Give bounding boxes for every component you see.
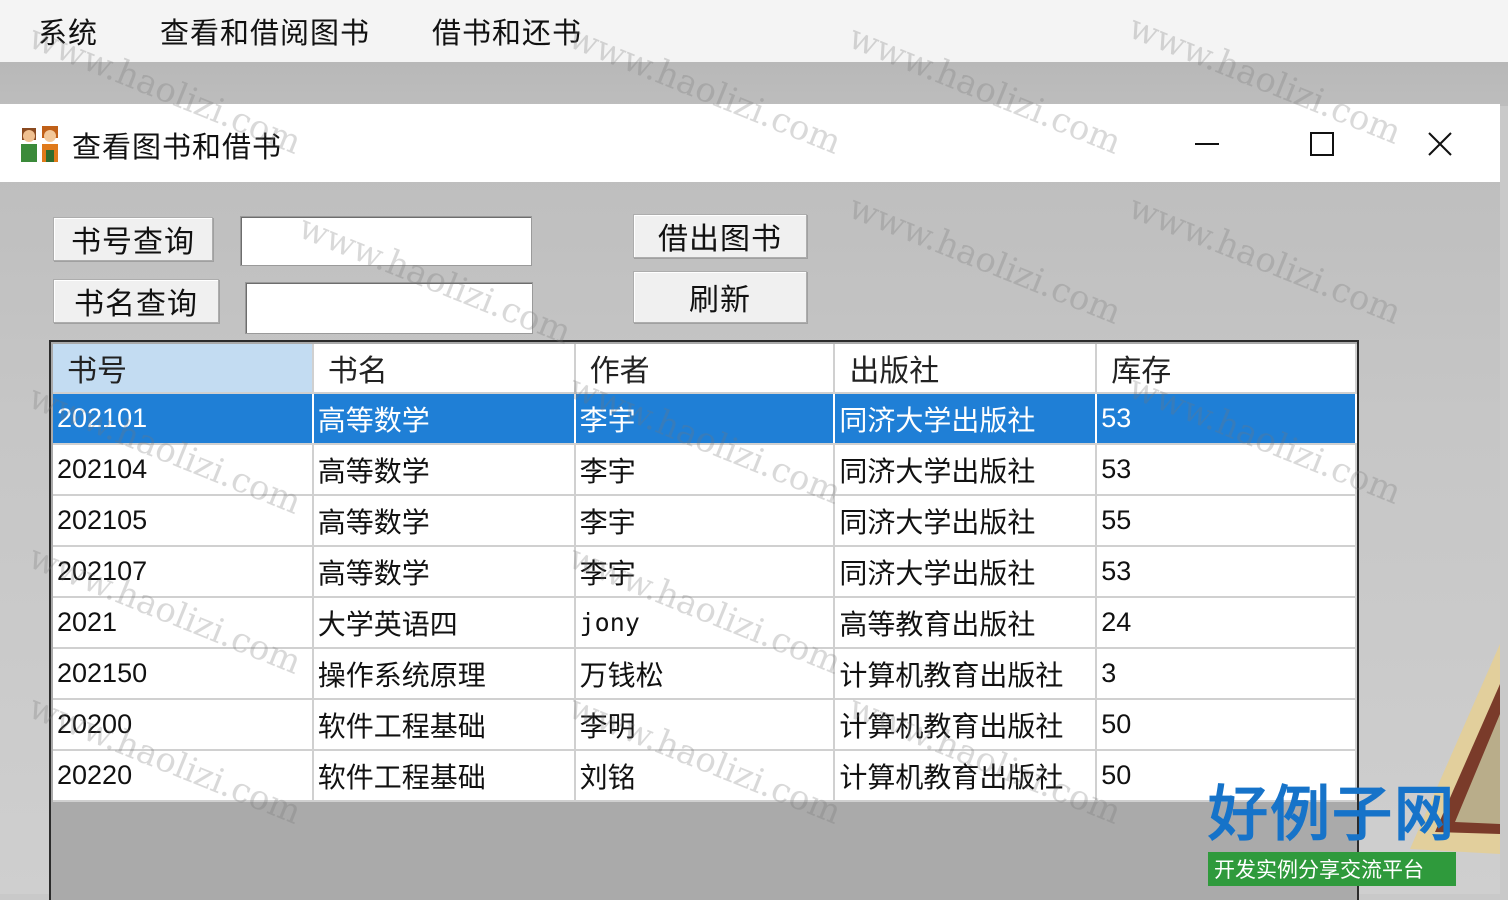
cell-book-name[interactable]: 高等数学	[312, 546, 576, 598]
app-people-icon	[21, 126, 58, 162]
menu-borrow-and-return[interactable]: 借书和还书	[426, 10, 588, 52]
table-row[interactable]: 20220 软件工程基础 刘铭 计算机教育出版社 50	[53, 750, 1357, 802]
table-row[interactable]: 202105 高等数学 李宇 同济大学出版社 55	[53, 495, 1357, 547]
cell-author[interactable]: 刘铭	[574, 750, 836, 802]
column-header-publisher[interactable]: 出版社	[834, 344, 1098, 394]
table-row[interactable]: 202101 高等数学 李宇 同济大学出版社 53	[53, 393, 1357, 445]
cell-book-name[interactable]: 操作系统原理	[312, 648, 576, 700]
book-name-input[interactable]	[245, 282, 533, 334]
table-header-row: 书号 书名 作者 出版社 库存	[53, 344, 1357, 394]
brand-tagline: 开发实例分享交流平台	[1208, 852, 1456, 886]
cell-author[interactable]: jony	[574, 597, 836, 649]
column-header-author[interactable]: 作者	[574, 344, 836, 394]
close-icon	[1428, 132, 1452, 156]
query-by-id-button[interactable]: 书号查询	[53, 217, 213, 261]
cell-book-id[interactable]: 2021	[53, 597, 314, 649]
cell-publisher[interactable]: 计算机教育出版社	[834, 750, 1098, 802]
cell-publisher[interactable]: 同济大学出版社	[834, 444, 1098, 496]
borrow-book-button[interactable]: 借出图书	[633, 214, 807, 258]
table-row[interactable]: 20200 软件工程基础 李明 计算机教育出版社 50	[53, 699, 1357, 751]
table-row[interactable]: 202107 高等数学 李宇 同济大学出版社 53	[53, 546, 1357, 598]
cell-book-name[interactable]: 软件工程基础	[312, 750, 576, 802]
cell-author[interactable]: 万钱松	[574, 648, 836, 700]
menubar: 系统 查看和借阅图书 借书和还书	[0, 0, 1508, 62]
cell-book-id[interactable]: 202101	[53, 393, 314, 445]
parent-window-background	[0, 62, 1508, 106]
column-header-book-id[interactable]: 书号	[53, 344, 314, 394]
cell-stock[interactable]: 50	[1096, 699, 1357, 751]
cell-stock[interactable]: 3	[1096, 648, 1357, 700]
table-row[interactable]: 2021 大学英语四 jony 高等教育出版社 24	[53, 597, 1357, 649]
cell-book-id[interactable]: 202105	[53, 495, 314, 547]
books-table: 书号 书名 作者 出版社 库存 202101 高等数学 李宇 同济大学出版社 5…	[53, 344, 1357, 802]
minimize-button[interactable]	[1157, 116, 1257, 172]
cell-book-name[interactable]: 高等数学	[312, 444, 576, 496]
query-by-name-button[interactable]: 书名查询	[53, 279, 219, 323]
cell-publisher[interactable]: 同济大学出版社	[834, 495, 1098, 547]
cell-publisher[interactable]: 同济大学出版社	[834, 546, 1098, 598]
cell-book-id[interactable]: 20200	[53, 699, 314, 751]
cell-publisher[interactable]: 同济大学出版社	[834, 393, 1098, 445]
cell-stock[interactable]: 55	[1096, 495, 1357, 547]
maximize-button[interactable]	[1272, 116, 1372, 172]
book-id-input[interactable]	[240, 216, 532, 266]
cell-stock[interactable]: 53	[1096, 444, 1357, 496]
cell-book-name[interactable]: 软件工程基础	[312, 699, 576, 751]
close-button[interactable]	[1390, 116, 1490, 172]
cell-book-id[interactable]: 202104	[53, 444, 314, 496]
cell-book-id[interactable]: 202150	[53, 648, 314, 700]
cell-stock[interactable]: 24	[1096, 597, 1357, 649]
refresh-button[interactable]: 刷新	[633, 271, 807, 323]
column-header-stock[interactable]: 库存	[1096, 344, 1357, 394]
cell-author[interactable]: 李宇	[574, 444, 836, 496]
cell-stock[interactable]: 53	[1096, 393, 1357, 445]
menu-view-and-borrow[interactable]: 查看和借阅图书	[154, 10, 376, 52]
cell-author[interactable]: 李宇	[574, 393, 836, 445]
window-titlebar[interactable]: 查看图书和借书	[0, 104, 1500, 182]
brand-name: 好例子网	[1208, 780, 1456, 850]
cell-author[interactable]: 李明	[574, 699, 836, 751]
brand-logo: 好例子网 开发实例分享交流平台	[1208, 784, 1456, 886]
cell-book-name[interactable]: 高等数学	[312, 495, 576, 547]
cell-book-id[interactable]: 202107	[53, 546, 314, 598]
menu-system[interactable]: 系统	[32, 10, 104, 52]
cell-publisher[interactable]: 计算机教育出版社	[834, 699, 1098, 751]
minimize-icon	[1195, 143, 1219, 145]
cell-publisher[interactable]: 计算机教育出版社	[834, 648, 1098, 700]
table-row[interactable]: 202104 高等数学 李宇 同济大学出版社 53	[53, 444, 1357, 496]
cell-book-name[interactable]: 大学英语四	[312, 597, 576, 649]
cell-book-id[interactable]: 20220	[53, 750, 314, 802]
maximize-icon	[1310, 132, 1334, 156]
cell-publisher[interactable]: 高等教育出版社	[834, 597, 1098, 649]
window-title: 查看图书和借书	[72, 130, 283, 164]
cell-stock[interactable]: 53	[1096, 546, 1357, 598]
cell-author[interactable]: 李宇	[574, 495, 836, 547]
cell-book-name[interactable]: 高等数学	[312, 393, 576, 445]
table-row[interactable]: 202150 操作系统原理 万钱松 计算机教育出版社 3	[53, 648, 1357, 700]
book-borrow-window: 查看图书和借书 书号查询 书名查询 借出图书 刷新 书号 书名 作者 出版社 库…	[0, 104, 1500, 900]
books-data-grid[interactable]: 书号 书名 作者 出版社 库存 202101 高等数学 李宇 同济大学出版社 5…	[49, 340, 1359, 900]
cell-author[interactable]: 李宇	[574, 546, 836, 598]
column-header-book-name[interactable]: 书名	[312, 344, 576, 394]
